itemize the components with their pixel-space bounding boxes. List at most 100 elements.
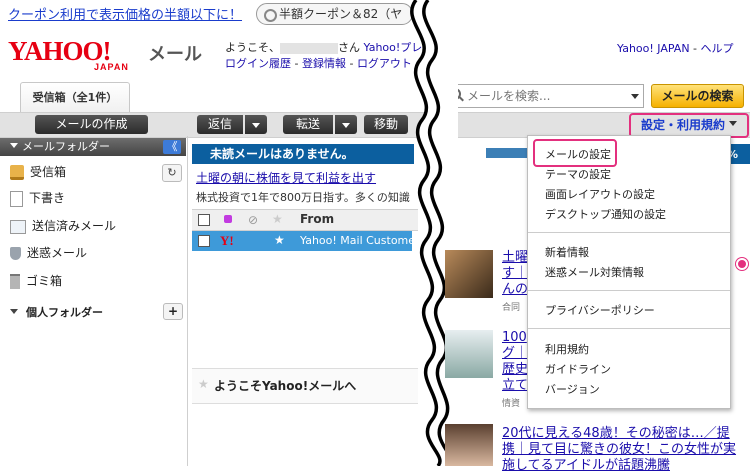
- text-ad-link[interactable]: 土曜の朝に株価を見て利益を出す: [196, 169, 376, 186]
- ad-text-line[interactable]: 施してるアイドルが話題沸騰: [502, 458, 670, 474]
- menu-item-spam-info[interactable]: 迷惑メール対策情報: [545, 264, 644, 280]
- sent-icon: [10, 219, 26, 234]
- column-from[interactable]: From: [300, 212, 334, 226]
- folder-label: 下書き: [29, 191, 66, 205]
- yahoo-japan-link[interactable]: Yahoo! JAPAN: [617, 42, 690, 55]
- highlight-dot: [736, 258, 748, 270]
- triangle-down-icon: [10, 142, 18, 152]
- ad-source: 合同: [502, 303, 521, 313]
- menu-item-privacy-policy[interactable]: プライバシーポリシー: [545, 302, 655, 318]
- table-row[interactable]: Y! ★ Yahoo! Mail Custome: [192, 231, 415, 251]
- menu-item-guidelines[interactable]: ガイドライン: [545, 361, 611, 377]
- menu-item-theme-settings[interactable]: テーマの設定: [545, 166, 611, 182]
- registration-info-link[interactable]: 登録情報: [302, 57, 346, 70]
- ad-text-line[interactable]: す｜: [502, 266, 528, 282]
- personal-folder-header[interactable]: 個人フォルダー: [10, 304, 103, 320]
- search-input[interactable]: [465, 88, 619, 104]
- settings-dropdown-menu: メールの設定 テーマの設定 画面レイアウトの設定 デスクトップ通知の設定 新着情…: [527, 135, 731, 409]
- star-icon[interactable]: ★: [198, 377, 209, 391]
- service-name: メール: [148, 44, 202, 65]
- collapse-sidebar-button[interactable]: 《: [163, 140, 181, 154]
- text-ad-description: 株式投資で1年で800万日指す。多くの知識: [196, 191, 410, 204]
- folder-drafts[interactable]: 下書き: [10, 188, 65, 208]
- coupon-button[interactable]: 半額クーポン＆82（ヤ: [256, 3, 414, 25]
- forward-dropdown[interactable]: [335, 115, 357, 134]
- chevron-down-icon: [729, 121, 737, 130]
- compose-button[interactable]: メールの作成: [35, 115, 148, 134]
- menu-item-terms[interactable]: 利用規約: [545, 341, 589, 357]
- welcome-suffix: さん: [338, 41, 360, 54]
- unread-notice: 未読メールはありません。: [192, 144, 414, 164]
- ad-text-line[interactable]: 土曜: [502, 250, 528, 266]
- trash-icon: [10, 274, 20, 289]
- separator: -: [291, 57, 302, 70]
- menu-item-desktop-notification[interactable]: デスクトップ通知の設定: [545, 206, 666, 222]
- folder-label: 送信済みメール: [32, 219, 117, 233]
- separator: -: [345, 57, 357, 70]
- draft-icon: [10, 190, 23, 207]
- refresh-button[interactable]: ↻: [162, 164, 182, 182]
- mail-search-button[interactable]: メールの検索: [651, 84, 744, 108]
- top-right-links: Yahoo! JAPAN - ヘルプ: [617, 40, 734, 56]
- promo-link[interactable]: クーポン利用で表示価格の半額以下に！: [8, 4, 242, 23]
- folder-inbox[interactable]: 受信箱: [10, 162, 66, 182]
- mail-settings-highlight: [533, 139, 617, 167]
- folder-label: ゴミ箱: [26, 274, 63, 288]
- separator: -: [689, 42, 701, 55]
- message-list-header: ⊘ ★ From: [192, 209, 418, 231]
- help-link[interactable]: ヘルプ: [701, 42, 734, 55]
- torn-divider: [410, 0, 458, 466]
- folder-label: 受信箱: [30, 165, 67, 179]
- star-icon[interactable]: ★: [272, 212, 283, 226]
- notice-blurred-text: [486, 148, 532, 158]
- yahoo-logo-icon: Y!: [220, 233, 234, 248]
- menu-divider: [528, 290, 730, 291]
- menu-item-layout-settings[interactable]: 画面レイアウトの設定: [545, 186, 655, 202]
- row-checkbox[interactable]: [198, 235, 210, 247]
- welcome-prefix: ようこそ、: [225, 41, 280, 54]
- menu-item-version[interactable]: バージョン: [545, 381, 600, 397]
- ad-text-line[interactable]: 100: [502, 330, 527, 346]
- settings-label: 設定・利用規約: [640, 118, 725, 132]
- ad-source: 情資: [502, 399, 521, 409]
- preview-pane-title: ★ ようこそYahoo!メールへ: [192, 368, 418, 404]
- ad-image[interactable]: [445, 424, 493, 466]
- folder-trash[interactable]: ゴミ箱: [10, 271, 62, 291]
- personal-folder-title: 個人フォルダー: [26, 306, 103, 319]
- menu-item-news[interactable]: 新着情報: [545, 244, 589, 260]
- inbox-icon: [10, 165, 24, 180]
- mail-folder-title: メールフォルダー: [22, 140, 110, 153]
- ad-text-line[interactable]: 携｜見て目に驚きの彼女！この女性が実: [502, 442, 736, 458]
- welcome-area: ようこそ、 さん Yahoo!プレ ログイン履歴 - 登録情報 - ログアウト: [225, 40, 422, 72]
- yahoo-japan-logo[interactable]: YAHOO! JAPAN: [8, 36, 148, 76]
- star-icon[interactable]: ★: [274, 233, 285, 247]
- menu-divider: [528, 232, 730, 233]
- ad-image[interactable]: [445, 250, 493, 298]
- ad-text-line[interactable]: 歴史: [502, 362, 528, 378]
- sidebar-divider: [187, 136, 188, 466]
- menu-divider: [528, 328, 730, 329]
- folder-label: 迷惑メール: [27, 246, 88, 260]
- chevron-down-icon[interactable]: [631, 94, 639, 103]
- ad-text-line[interactable]: 20代に見える48歳！その秘密は…／提: [502, 426, 730, 442]
- unread-icon[interactable]: [224, 215, 232, 223]
- search-field[interactable]: [444, 84, 644, 108]
- forward-button[interactable]: 転送: [283, 115, 333, 134]
- select-all-checkbox[interactable]: [198, 214, 210, 226]
- preview-title: ようこそYahoo!メールへ: [214, 379, 357, 393]
- mail-folder-header[interactable]: メールフォルダー: [0, 138, 186, 156]
- reply-dropdown[interactable]: [245, 115, 267, 134]
- login-history-link[interactable]: ログイン履歴: [225, 57, 291, 70]
- tab-inbox[interactable]: 受信箱（全1件）: [20, 82, 130, 113]
- folder-sent[interactable]: 送信済みメール: [10, 216, 116, 236]
- user-name-redacted: [280, 42, 338, 54]
- coupon-label: 半額クーポン＆82（ヤ: [279, 7, 403, 21]
- ad-image[interactable]: [445, 330, 493, 378]
- ad-text-line[interactable]: 立て: [502, 378, 528, 394]
- folder-spam[interactable]: 迷惑メール: [10, 243, 87, 263]
- reply-button[interactable]: 返信: [197, 115, 243, 134]
- attachment-icon[interactable]: ⊘: [248, 213, 258, 227]
- triangle-down-icon: [10, 308, 18, 318]
- add-folder-button[interactable]: +: [163, 303, 183, 320]
- spam-shield-icon: [10, 247, 21, 260]
